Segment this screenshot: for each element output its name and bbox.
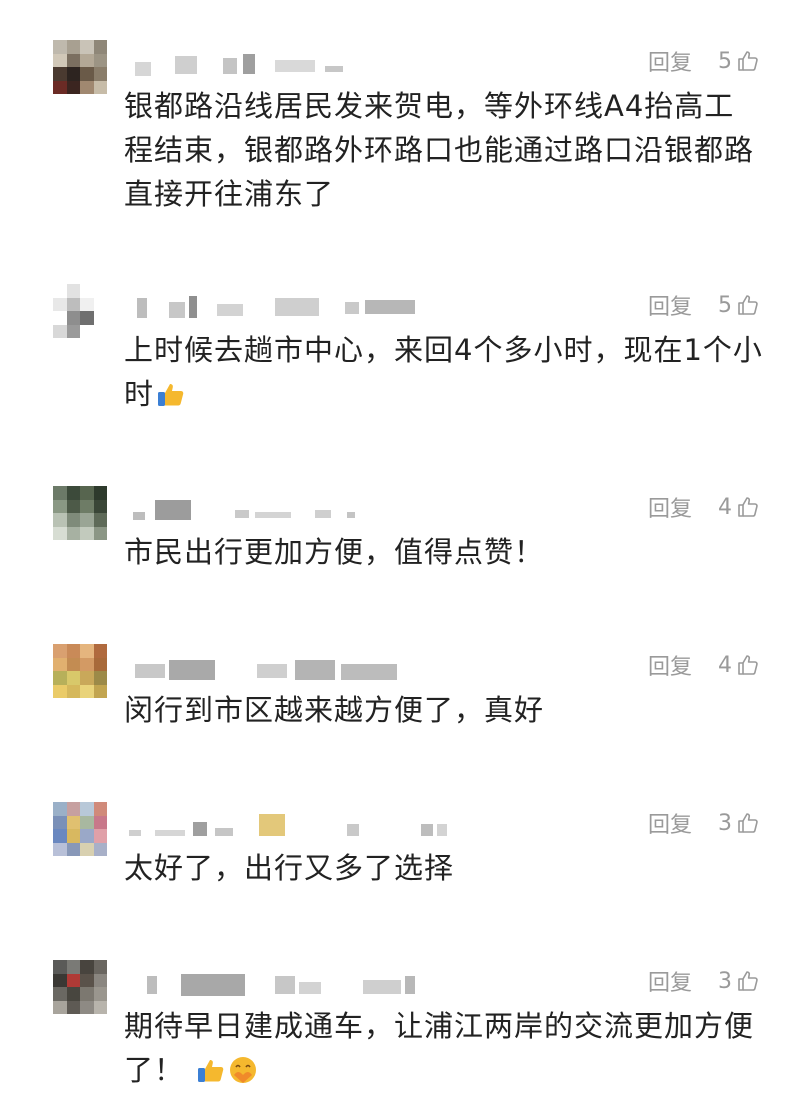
- avatar[interactable]: [53, 486, 107, 540]
- like-button[interactable]: 4: [718, 653, 760, 678]
- comment-text: 银都路沿线居民发来贺电，等外环线A4抬高工程结束，银都路外环路口也能通过路口沿银…: [124, 89, 755, 211]
- like-button[interactable]: 3: [718, 811, 760, 836]
- like-count: 3: [718, 968, 732, 994]
- comment-item: 回复 3 期待早日建成通车，让浦江两岸的交流更加方便了！: [0, 960, 800, 1110]
- reply-button[interactable]: 回复: [648, 965, 692, 997]
- thumbs-up-icon: [738, 655, 758, 675]
- comment-item: 回复 4 闵行到市区越来越方便了，真好: [0, 644, 800, 754]
- heart-hands-emoji-icon: [230, 1057, 257, 1083]
- avatar[interactable]: [53, 802, 107, 856]
- avatar[interactable]: [53, 40, 107, 94]
- like-count: 4: [718, 494, 732, 520]
- thumbs-up-icon: [738, 813, 758, 833]
- comment-text: 上时候去趟市中心，来回4个多小时，现在1个小时: [124, 328, 764, 416]
- thumbs-up-icon: [738, 971, 758, 991]
- avatar[interactable]: [53, 284, 107, 338]
- like-count: 3: [718, 810, 732, 836]
- like-count: 5: [718, 292, 732, 318]
- reply-button[interactable]: 回复: [648, 649, 692, 681]
- thumbs-up-icon: [738, 51, 758, 71]
- comment-actions: 回复 4: [648, 648, 760, 682]
- avatar[interactable]: [53, 644, 107, 698]
- avatar[interactable]: [53, 960, 107, 1014]
- thumbs-up-icon: [738, 497, 758, 517]
- username-redacted[interactable]: [125, 810, 447, 836]
- username-redacted[interactable]: [125, 652, 445, 680]
- comment-item: 回复 4 市民出行更加方便，值得点赞！: [0, 486, 800, 596]
- comment-item: 回复 3 太好了，出行又多了选择: [0, 802, 800, 912]
- comment-actions: 回复 3: [648, 964, 760, 998]
- like-button[interactable]: 3: [718, 969, 760, 994]
- comment-text: 太好了，出行又多了选择: [124, 851, 455, 885]
- reply-button[interactable]: 回复: [648, 289, 692, 321]
- reply-button[interactable]: 回复: [648, 807, 692, 839]
- like-button[interactable]: 5: [718, 49, 760, 74]
- reply-button[interactable]: 回复: [648, 491, 692, 523]
- thumbs-up-icon: [738, 295, 758, 315]
- comment-text-content: 上时候去趟市中心，来回4个多小时，现在1个小时: [124, 333, 763, 411]
- like-count: 4: [718, 652, 732, 678]
- comment-item: 回复 5 上时候去趟市中心，来回4个多小时，现在1个小时: [0, 284, 800, 434]
- like-button[interactable]: 4: [718, 495, 760, 520]
- thumbs-up-emoji-icon: [158, 384, 184, 406]
- comment-text: 闵行到市区越来越方便了，真好: [124, 693, 545, 727]
- reply-button[interactable]: 回复: [648, 45, 692, 77]
- like-button[interactable]: 5: [718, 293, 760, 318]
- username-redacted[interactable]: [125, 48, 445, 76]
- username-redacted[interactable]: [125, 494, 445, 520]
- comment-actions: 回复 5: [648, 288, 760, 322]
- comment-actions: 回复 3: [648, 806, 760, 840]
- comment-text: 市民出行更加方便，值得点赞！: [124, 535, 545, 569]
- comment-actions: 回复 4: [648, 490, 760, 524]
- like-count: 5: [718, 48, 732, 74]
- thumbs-up-emoji-icon: [198, 1060, 224, 1082]
- comment-actions: 回复 5: [648, 44, 760, 78]
- comment-item: 回复 5 银都路沿线居民发来贺电，等外环线A4抬高工程结束，银都路外环路口也能通…: [0, 40, 800, 220]
- username-redacted[interactable]: [125, 292, 445, 318]
- comment-text: 期待早日建成通车，让浦江两岸的交流更加方便了！: [124, 1004, 764, 1092]
- username-redacted[interactable]: [125, 968, 445, 996]
